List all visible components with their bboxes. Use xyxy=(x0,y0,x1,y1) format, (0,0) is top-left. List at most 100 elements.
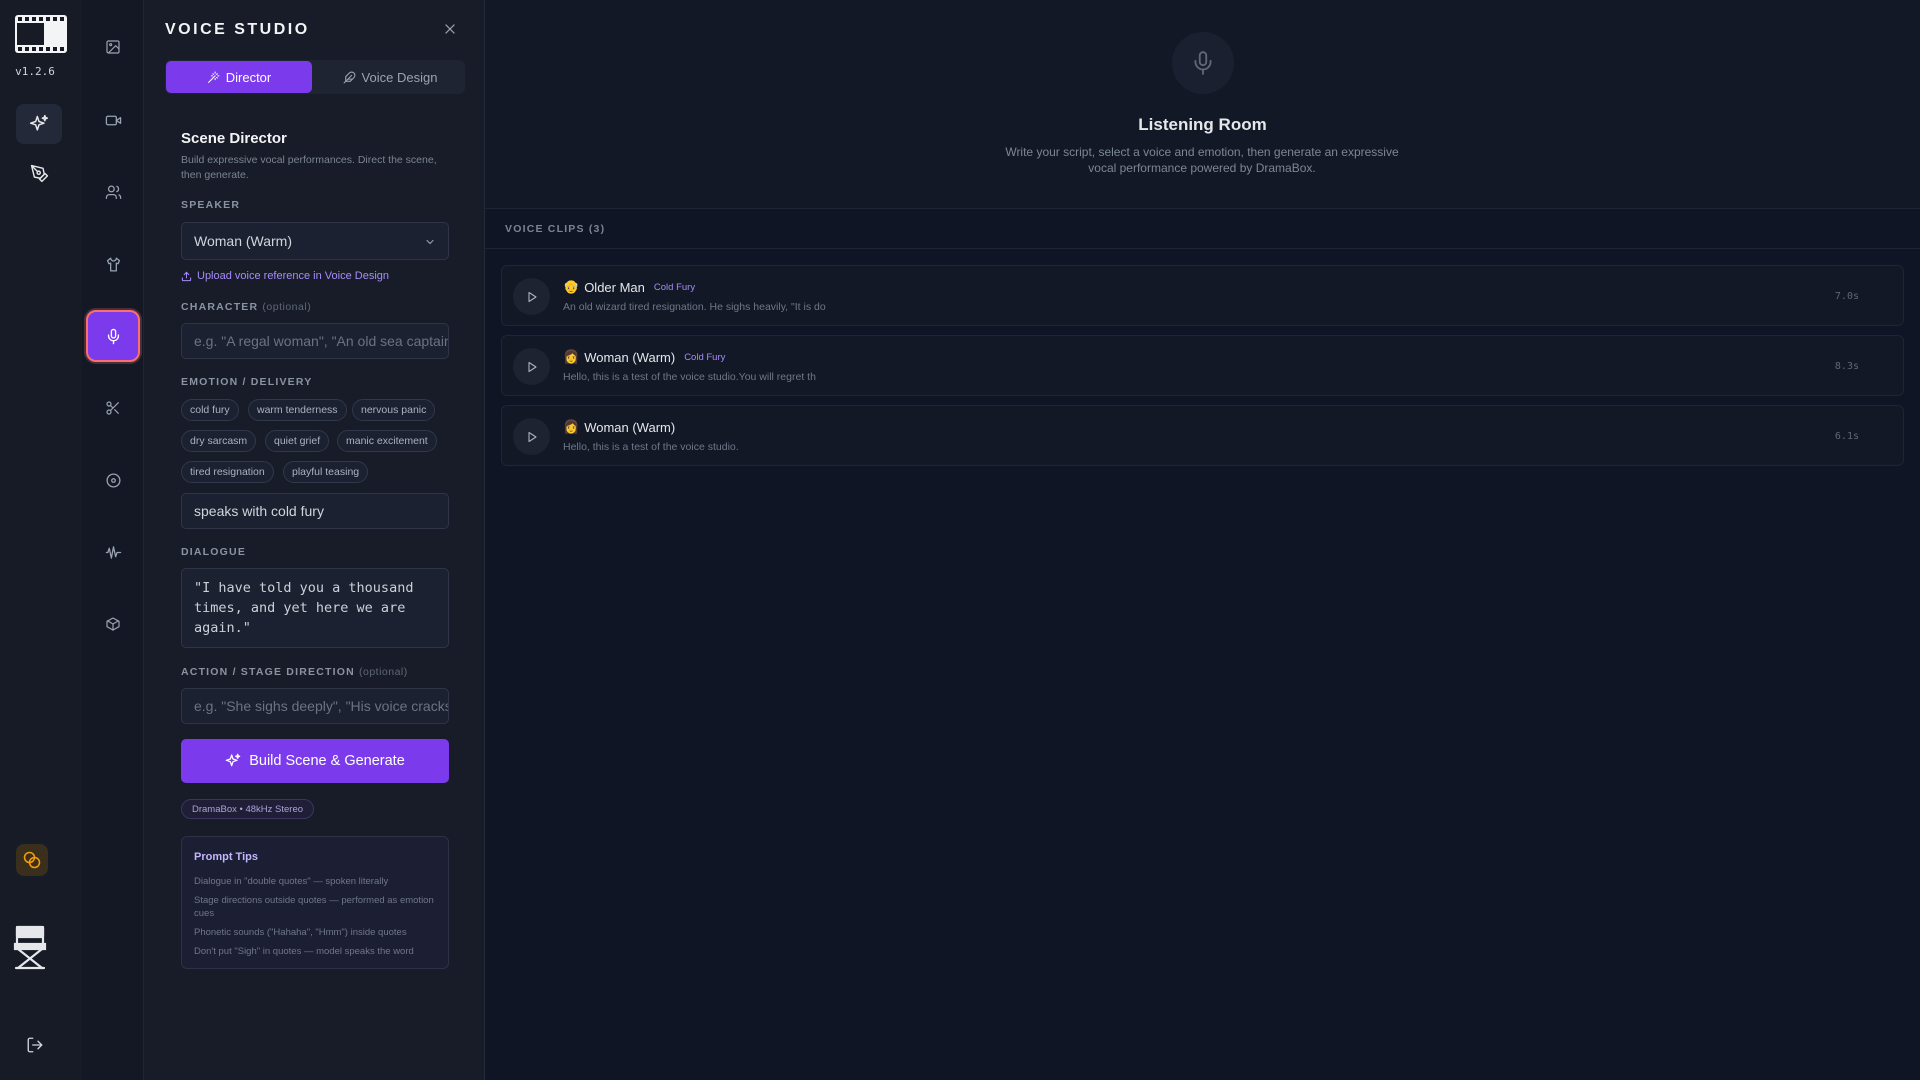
clip-emotion-tag: Cold Fury xyxy=(684,352,726,363)
clip-emotion-tag: Cold Fury xyxy=(653,282,696,293)
clip-duration: 6.1s xyxy=(1834,431,1859,442)
emotion-chip[interactable]: nervous panic xyxy=(352,399,436,421)
voice-clips-header: VOICE CLIPS (3) xyxy=(485,209,1920,249)
sparkles-button[interactable] xyxy=(16,104,62,144)
clip-speaker: 👩 Woman (Warm) Cold Fury xyxy=(563,350,725,365)
character-label-text: CHARACTER xyxy=(181,301,259,313)
emotion-chip[interactable]: dry sarcasm xyxy=(181,430,257,452)
clip-speaker-name: Older Man xyxy=(584,280,645,295)
voice-clip-row[interactable]: 👩 Woman (Warm) Hello, this is a test of … xyxy=(501,405,1904,466)
prompt-tip: Dialogue in "double quotes" — spoken lit… xyxy=(194,876,389,887)
voice-clips-label: VOICE CLIPS (3) xyxy=(505,223,606,235)
listening-room-hero: Listening Room Write your script, select… xyxy=(485,0,1920,209)
tool-rail xyxy=(82,0,144,1080)
emotion-input[interactable]: speaks with cold fury xyxy=(181,493,449,529)
shirt-icon xyxy=(105,256,122,273)
tool-audio[interactable] xyxy=(82,534,144,570)
microphone-icon xyxy=(105,328,122,345)
character-input-placeholder: e.g. "A regal woman", "An old sea captai… xyxy=(194,333,449,349)
speaker-emoji: 👩 xyxy=(563,350,580,365)
clip-transcript: Hello, this is a test of the voice studi… xyxy=(563,371,816,383)
panel-title: VOICE STUDIO xyxy=(165,21,310,38)
speaker-label: SPEAKER xyxy=(181,199,241,211)
pen-tool-button[interactable] xyxy=(16,153,62,193)
app-rail: v1.2.6 xyxy=(0,0,82,1080)
tool-disc[interactable] xyxy=(82,462,144,498)
speaker-select[interactable]: Woman (Warm) xyxy=(181,222,449,260)
clip-speaker-name: Woman (Warm) xyxy=(584,350,676,365)
voice-clip-row[interactable]: 👴 Older Man Cold Fury An old wizard tire… xyxy=(501,265,1904,326)
clip-speaker-name: Woman (Warm) xyxy=(584,420,676,435)
tab-director-label: Director xyxy=(225,69,272,85)
upload-icon xyxy=(181,271,192,282)
tool-image[interactable] xyxy=(82,29,144,65)
magic-wand-icon xyxy=(207,71,220,84)
scene-director-title: Scene Director xyxy=(181,130,287,147)
clip-duration: 7.0s xyxy=(1834,291,1859,302)
action-input-placeholder: e.g. "She sighs deeply", "His voice crac… xyxy=(194,698,449,714)
upload-link-label: Upload voice reference in Voice Design xyxy=(197,270,390,282)
pen-tool-icon xyxy=(30,164,49,183)
emotion-chip[interactable]: playful teasing xyxy=(283,461,369,483)
dialogue-textarea[interactable]: "I have told you a thousand times, and y… xyxy=(181,568,449,648)
listening-room-title: Listening Room xyxy=(1138,115,1267,134)
logout-icon xyxy=(26,1036,44,1054)
voice-clip-row[interactable]: 👩 Woman (Warm) Cold Fury Hello, this is … xyxy=(501,335,1904,396)
video-icon xyxy=(105,112,122,129)
clip-speaker: 👴 Older Man Cold Fury xyxy=(563,280,695,295)
emotion-chip[interactable]: manic excitement xyxy=(337,430,437,452)
tool-characters[interactable] xyxy=(82,174,144,210)
play-icon xyxy=(526,431,538,443)
clip-speaker: 👩 Woman (Warm) xyxy=(563,420,675,435)
generate-button-label: Build Scene & Generate xyxy=(249,753,405,769)
listening-room: Listening Room Write your script, select… xyxy=(485,0,1920,1080)
close-panel-button[interactable] xyxy=(443,22,457,36)
tool-wardrobe[interactable] xyxy=(82,246,144,282)
action-label-text: ACTION / STAGE DIRECTION xyxy=(181,666,355,678)
clip-transcript: An old wizard tired resignation. He sigh… xyxy=(563,301,826,313)
play-button[interactable] xyxy=(513,348,550,385)
listening-room-subtitle: Write your script, select a voice and em… xyxy=(1005,145,1399,175)
speaker-select-value: Woman (Warm) xyxy=(194,233,292,249)
action-optional-hint: (optional) xyxy=(358,666,408,678)
scissors-icon xyxy=(105,400,121,416)
character-label: CHARACTER (optional) xyxy=(181,301,311,313)
film-logo-icon[interactable] xyxy=(15,15,67,53)
logout-button[interactable] xyxy=(26,1036,44,1054)
character-optional-hint: (optional) xyxy=(262,301,312,313)
credits-button[interactable] xyxy=(16,844,48,876)
dialogue-label: DIALOGUE xyxy=(181,546,247,558)
studio-tabs: Director Voice Design xyxy=(165,60,465,94)
tool-3d[interactable] xyxy=(82,606,144,642)
tool-video[interactable] xyxy=(82,102,144,138)
prompt-tip: Stage directions outside quotes — perfor… xyxy=(194,895,434,919)
close-icon xyxy=(443,22,457,36)
app-version: v1.2.6 xyxy=(15,65,55,78)
character-input[interactable]: e.g. "A regal woman", "An old sea captai… xyxy=(181,323,449,359)
emotion-chip[interactable]: quiet grief xyxy=(265,430,330,452)
microphone-icon xyxy=(1190,50,1216,76)
scene-director-description: Build expressive vocal performances. Dir… xyxy=(181,154,437,181)
tab-director[interactable]: Director xyxy=(166,61,312,93)
prompt-tip: Don't put "Sigh" in quotes — model speak… xyxy=(194,946,414,957)
clip-transcript: Hello, this is a test of the voice studi… xyxy=(563,441,739,453)
tool-editor[interactable] xyxy=(82,390,144,426)
emotion-chip[interactable]: tired resignation xyxy=(181,461,274,483)
upload-voice-reference-link[interactable]: Upload voice reference in Voice Design xyxy=(181,270,389,282)
prompt-tip: Phonetic sounds ("Hahaha", "Hmm") inside… xyxy=(194,927,407,938)
emotion-chip[interactable]: cold fury xyxy=(181,399,239,421)
clip-duration: 8.3s xyxy=(1834,361,1859,372)
action-input[interactable]: e.g. "She sighs deeply", "His voice crac… xyxy=(181,688,449,724)
director-chair-icon xyxy=(13,924,47,970)
build-scene-generate-button[interactable]: Build Scene & Generate xyxy=(181,739,449,783)
waveform-icon xyxy=(105,544,122,561)
model-badge: DramaBox • 48kHz Stereo xyxy=(181,799,315,819)
feather-icon xyxy=(343,71,356,84)
tool-voice-studio[interactable] xyxy=(86,310,140,362)
prompt-tips-title: Prompt Tips xyxy=(194,851,258,863)
tab-voice-design[interactable]: Voice Design xyxy=(317,61,463,93)
speaker-emoji: 👩 xyxy=(563,420,580,435)
play-button[interactable] xyxy=(513,278,550,315)
emotion-chip[interactable]: warm tenderness xyxy=(248,399,347,421)
play-button[interactable] xyxy=(513,418,550,455)
